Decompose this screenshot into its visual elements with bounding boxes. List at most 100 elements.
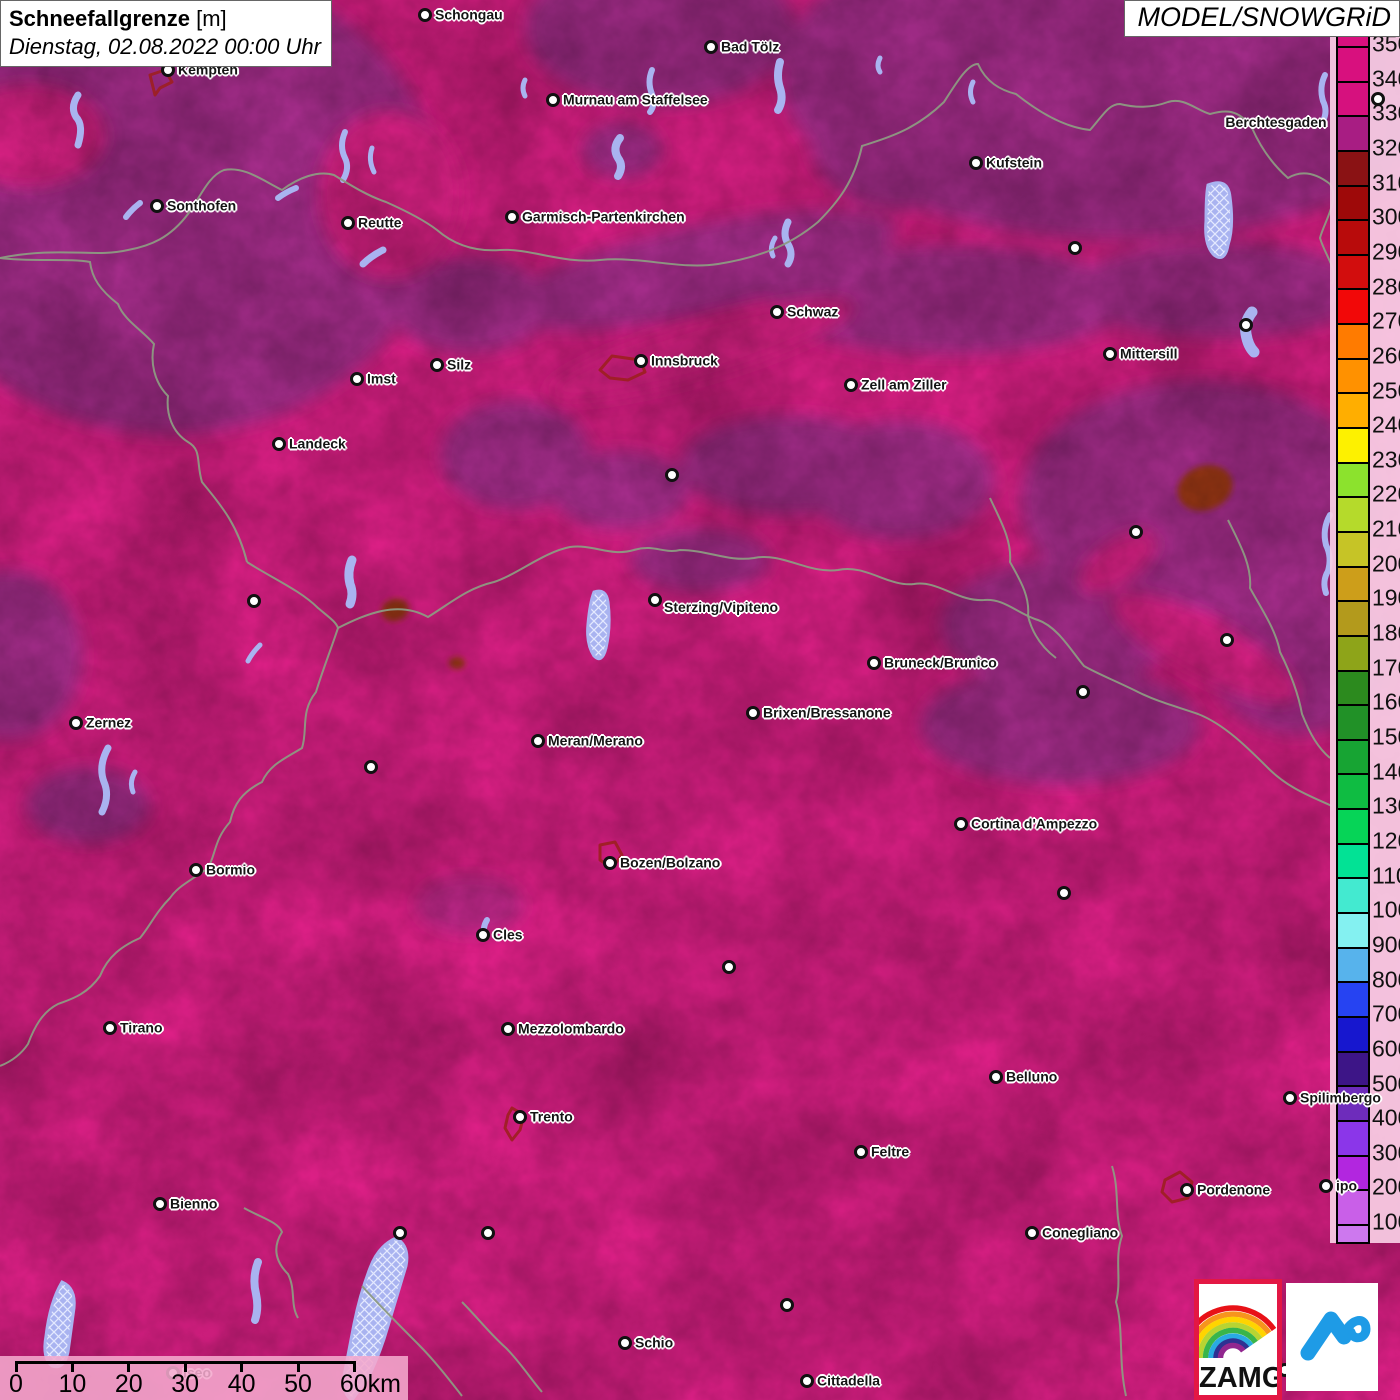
city-label: Sterzing/Vipiteno: [664, 599, 779, 615]
city-dot: [546, 93, 560, 107]
legend-value-label: 400: [1372, 1104, 1400, 1131]
legend-color-segment: [1338, 323, 1368, 358]
city-label: Trento: [530, 1108, 573, 1125]
city-dot: [341, 216, 355, 230]
city-label: Bad Tölz: [721, 38, 780, 55]
legend-value-label: 2600: [1372, 342, 1400, 369]
mountain-icon: [1300, 1311, 1371, 1361]
legend-color-segment: [1338, 981, 1368, 1016]
legend-color-segment: [1338, 946, 1368, 982]
city-label: Kufstein: [986, 154, 1042, 171]
legend-value-label: 2400: [1372, 411, 1400, 438]
city-dot: [722, 960, 736, 974]
legend-value-label: 600: [1372, 1035, 1400, 1062]
city-dot: [103, 1021, 117, 1035]
legend-color-segment: [1338, 357, 1368, 393]
legend-color-segment: [1338, 46, 1368, 81]
legend-color-segment: [1338, 80, 1368, 116]
legend-value-label: 2700: [1372, 307, 1400, 334]
scalebar-label: 40: [227, 1370, 256, 1398]
city-label: Cittadella: [817, 1372, 881, 1389]
city-dot: [364, 760, 378, 774]
legend-color-segment: [1338, 565, 1368, 601]
city-label: Bienno: [170, 1195, 218, 1212]
city-dot: [1076, 685, 1090, 699]
legend-value-label: 1700: [1372, 654, 1400, 681]
legend-color-segment: [1338, 1119, 1368, 1155]
legend-color-segment: [1338, 1050, 1368, 1086]
legend-value-label: 1000: [1372, 896, 1400, 923]
city-label: Bormio: [206, 861, 255, 878]
scalebar-label: 20: [114, 1370, 143, 1398]
city-label: Bozen/Bolzano: [620, 854, 721, 871]
legend-value-label: 2900: [1372, 238, 1400, 265]
city-label: Innsbruck: [651, 352, 718, 369]
city-dot: [648, 593, 662, 607]
legend-value-label: 1200: [1372, 827, 1400, 854]
city-dot: [1025, 1226, 1039, 1240]
legend-color-segment: [1338, 808, 1368, 843]
city-dot: [704, 40, 718, 54]
legend-colorbar: [1336, 33, 1370, 1245]
partner-logo: [1286, 1283, 1378, 1391]
city-dot: [746, 706, 760, 720]
legend-value-label: 1500: [1372, 723, 1400, 750]
city-dot: [770, 305, 784, 319]
legend-color-segment: [1338, 219, 1368, 254]
city-dot: [69, 716, 83, 730]
city-dot: [665, 468, 679, 482]
city-dot: [1239, 318, 1253, 332]
legend-color-segment: [1338, 912, 1368, 947]
zamg-logo: ZAMG: [1194, 1279, 1282, 1400]
city-dot: [603, 856, 617, 870]
city-dot: [1319, 1179, 1333, 1193]
city-dot: [1129, 525, 1143, 539]
legend-color-segment: [1338, 288, 1368, 324]
scalebar-label: 60km: [339, 1370, 401, 1398]
city-dot: [618, 1336, 632, 1350]
zamg-logo-text: ZAMG: [1199, 1362, 1282, 1394]
city-dot: [505, 210, 519, 224]
city-dot: [247, 594, 261, 608]
legend-value-label: 1900: [1372, 584, 1400, 611]
city-label: Schongau: [435, 6, 503, 23]
city-dot: [272, 437, 286, 451]
city-label: Reutte: [358, 214, 402, 231]
scalebar-label: 50: [284, 1370, 312, 1398]
city-dot: [1057, 886, 1071, 900]
city-dot: [844, 378, 858, 392]
map-title: Schneefallgrenze [m]: [9, 5, 321, 33]
title-parameter: Schneefallgrenze: [9, 6, 190, 31]
legend-color-segment: [1338, 496, 1368, 531]
legend-color-segment: [1338, 392, 1368, 428]
legend-value-label: 2100: [1372, 515, 1400, 542]
city-label: Murnau am Staffelsee: [563, 91, 708, 108]
legend-color-segment: [1338, 427, 1368, 462]
city-dot: [531, 734, 545, 748]
city-dot: [189, 863, 203, 877]
legend-color-segment: [1338, 461, 1368, 497]
map-datetime: Dienstag, 02.08.2022 00:00 Uhr: [9, 33, 321, 59]
legend-value-label: 700: [1372, 1000, 1400, 1027]
legend-value-label: 1400: [1372, 758, 1400, 785]
city-dot: [1220, 633, 1234, 647]
city-label: Silz: [447, 356, 472, 373]
legend-value-label: 2500: [1372, 377, 1400, 403]
city-label: Sonthofen: [167, 197, 237, 214]
city-dot: [350, 372, 364, 386]
legend-color-segment: [1338, 115, 1368, 150]
scalebar-label: 0: [9, 1370, 23, 1398]
legend-color-segment: [1338, 773, 1368, 809]
title-unit: [m]: [196, 6, 227, 31]
legend-value-label: 1600: [1372, 688, 1400, 715]
legend-color-segment: [1338, 600, 1368, 635]
city-label: ipo: [1336, 1177, 1357, 1194]
snowgrid-map-page: Schongau Bad Tölz Kempten Murnau am Staffel…: [0, 0, 1400, 1400]
city-dot: [800, 1374, 814, 1388]
city-label: Cles: [493, 926, 523, 943]
city-dot: [1068, 241, 1082, 255]
city-dot: [393, 1226, 407, 1240]
city-dot: [854, 1145, 868, 1159]
legend-color-segment: [1338, 184, 1368, 220]
city-label: Tirano: [120, 1019, 163, 1036]
